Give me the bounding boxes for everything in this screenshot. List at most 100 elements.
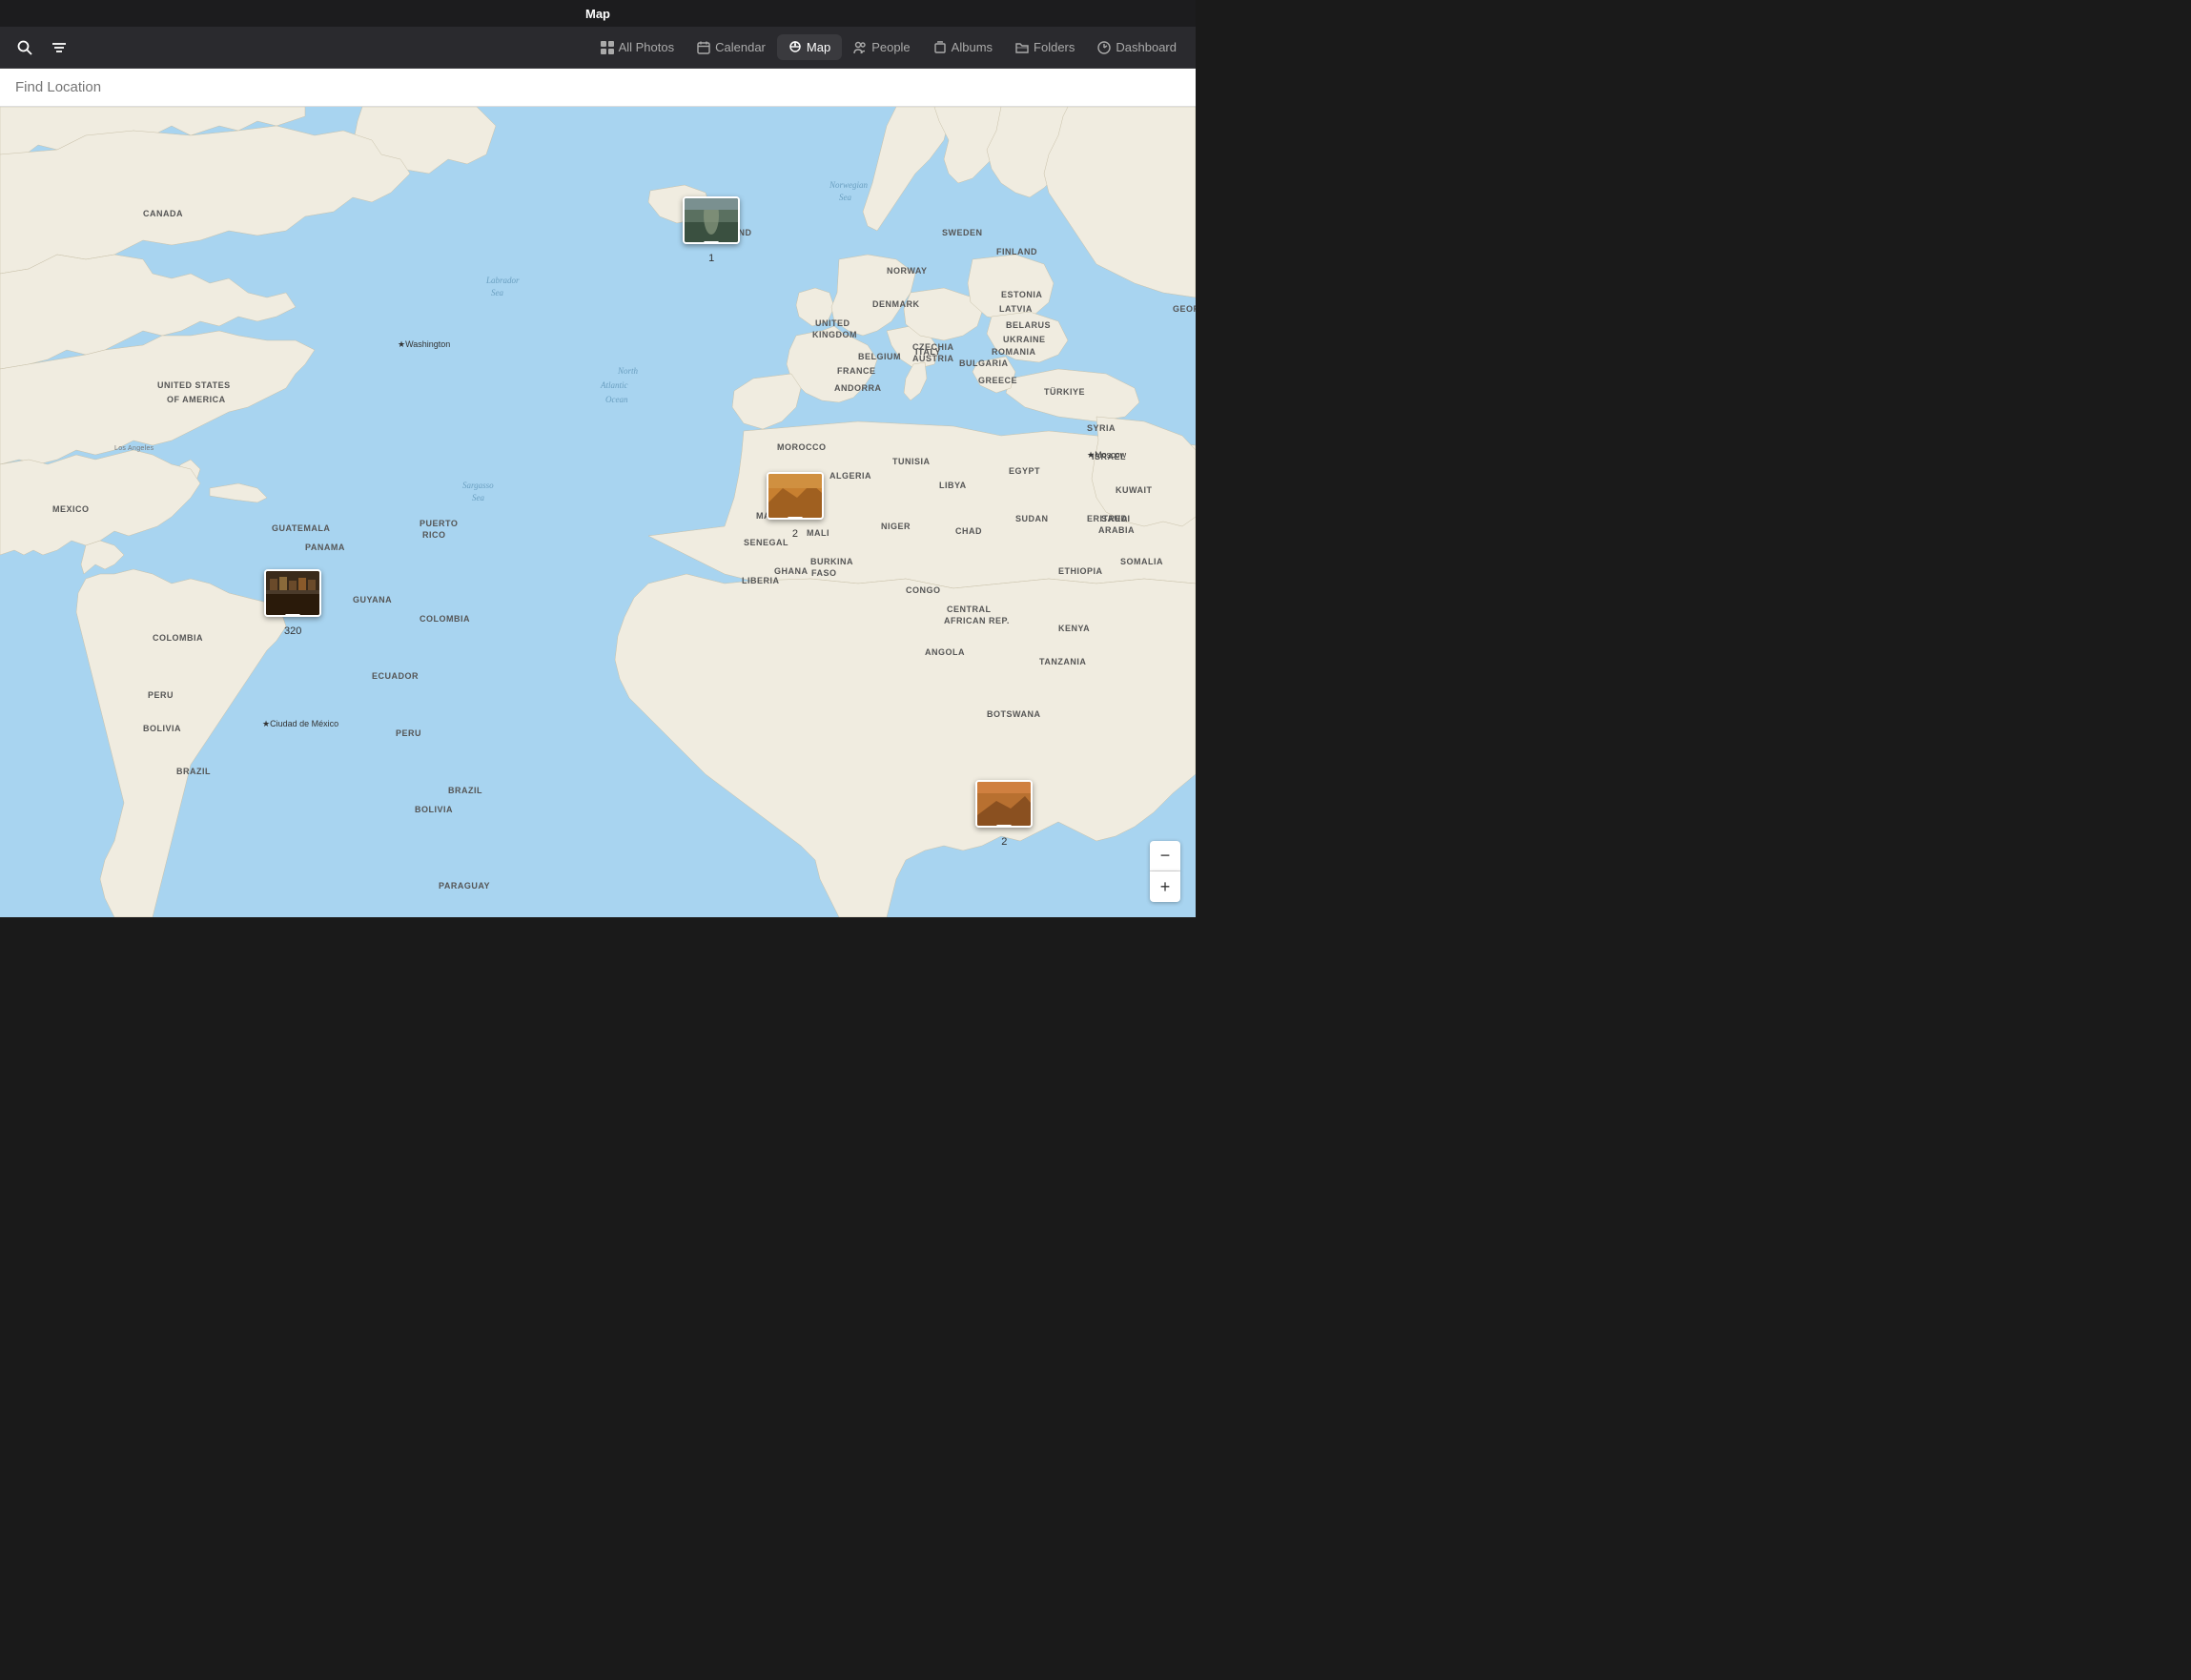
chad-label: CHAD [955, 526, 982, 536]
kenya-label: KENYA [1058, 624, 1090, 633]
bulgaria-label: BULGARIA [959, 359, 1009, 368]
tab-folders[interactable]: Folders [1004, 34, 1086, 60]
belgium-label: BELGIUM [858, 352, 901, 361]
pin-iceland-count: 1 [708, 253, 714, 264]
syria-label: SYRIA [1087, 423, 1116, 433]
denmark-label: DENMARK [872, 299, 920, 309]
search-input[interactable] [15, 79, 1180, 95]
ethiopia-label: ETHIOPIA [1058, 566, 1103, 576]
pin-sahara-photo [767, 472, 824, 520]
pin-africa-photo [975, 780, 1033, 828]
map-controls: − + [1150, 841, 1180, 902]
canada-label: CANADA [143, 209, 183, 218]
peru-label2: PERU [396, 728, 421, 738]
north-atlantic-label2: Atlantic [600, 380, 628, 390]
brazil-label: BRAZIL [176, 767, 211, 776]
france-label: FRANCE [837, 366, 876, 376]
pin-africa-south[interactable]: 2 [975, 780, 1033, 848]
brazil-label2: BRAZIL [448, 786, 482, 795]
pin-iceland-photo [683, 196, 740, 244]
albums-icon [933, 41, 947, 54]
colombia-label2: COLOMBIA [420, 614, 470, 624]
puerto-rico-label2: RICO [422, 530, 446, 540]
tab-folders-label: Folders [1034, 40, 1075, 54]
niger-label: NIGER [881, 522, 911, 531]
egypt-label: EGYPT [1009, 466, 1040, 476]
north-atlantic-label3: Ocean [605, 395, 628, 404]
puerto-rico-label: PUERTO [420, 519, 458, 528]
algeria-label: ALGERIA [829, 471, 871, 481]
tab-dashboard[interactable]: Dashboard [1086, 34, 1188, 60]
ecuador-label: ECUADOR [372, 671, 419, 681]
mexico-label: MEXICO [52, 504, 90, 514]
botswana-label: BOTSWANA [987, 709, 1041, 719]
window-title: Map [585, 7, 610, 21]
search-button[interactable] [11, 36, 38, 59]
bolivia-label: BOLIVIA [143, 724, 181, 733]
zoom-out-button[interactable]: − [1150, 841, 1180, 871]
calendar-icon [697, 41, 710, 54]
italy-label: ITALY [915, 347, 941, 357]
pin-iceland[interactable]: 1 [683, 196, 740, 264]
usa-label: UNITED STATES [157, 380, 231, 390]
filter-button[interactable] [46, 36, 72, 59]
romania-label: ROMANIA [992, 347, 1036, 357]
folders-icon [1015, 41, 1029, 54]
libya-label: LIBYA [939, 481, 967, 490]
panama-label: PANAMA [305, 543, 345, 552]
sudan-label: SUDAN [1015, 514, 1049, 523]
title-bar: Map [0, 0, 1196, 27]
pin-sahara[interactable]: 2 [767, 472, 824, 540]
greece-label: GREECE [978, 376, 1017, 385]
tab-map[interactable]: Map [777, 34, 842, 60]
bolivia-label2: BOLIVIA [415, 805, 453, 814]
tab-all-photos-label: All Photos [619, 40, 675, 54]
ghana-label: GHANA [774, 566, 809, 576]
somalia-label: SOMALIA [1120, 557, 1163, 566]
pin-mexico-count: 320 [284, 625, 301, 637]
map-icon [788, 41, 802, 54]
eritrea-label: ERITREA [1087, 514, 1128, 523]
uk-label: UNITED [815, 318, 850, 328]
caf-label: CENTRAL [947, 604, 992, 614]
uk-label2: KINGDOM [812, 330, 857, 339]
ciudad-mexico-label: ★Ciudad de México [262, 719, 338, 728]
saudi-label2: ARABIA [1098, 525, 1135, 535]
guyana-label: GUYANA [353, 595, 392, 604]
sargasso-label2: Sea [472, 493, 484, 502]
pin-mexico[interactable]: 320 [264, 569, 321, 637]
congo-label: CONGO [906, 585, 941, 595]
search-bar [0, 69, 1196, 107]
ukraine-label: UKRAINE [1003, 335, 1046, 344]
tanzania-label: TANZANIA [1039, 657, 1086, 666]
tab-calendar[interactable]: Calendar [686, 34, 777, 60]
zoom-in-button[interactable]: + [1150, 871, 1180, 902]
belarus-label: BELARUS [1006, 320, 1051, 330]
peru-label: PERU [148, 690, 174, 700]
tab-people[interactable]: People [842, 34, 921, 60]
kuwait-label: KUWAIT [1116, 485, 1153, 495]
tab-all-photos[interactable]: All Photos [589, 34, 686, 60]
tab-map-label: Map [807, 40, 830, 54]
tunisia-label: TUNISIA [892, 457, 931, 466]
grid-icon [601, 41, 614, 54]
tab-albums-label: Albums [952, 40, 993, 54]
moscow-label: ★Moscow [1087, 450, 1127, 460]
labrador-label2: Sea [491, 288, 503, 297]
latvia-label: LATVIA [999, 304, 1033, 314]
tab-people-label: People [871, 40, 910, 54]
senegal-label: SENEGAL [744, 538, 788, 547]
turkey-label: TÜRKIYE [1044, 387, 1085, 397]
tab-albums[interactable]: Albums [922, 34, 1004, 60]
norway-label: NORWAY [887, 266, 928, 276]
los-angeles-label: Los Angeles [114, 445, 154, 452]
toolbar-left [8, 36, 72, 59]
paraguay-label: PARAGUAY [439, 881, 490, 891]
finland-label: FINLAND [996, 247, 1037, 256]
angola-label: ANGOLA [925, 647, 965, 657]
norwegian-sea-label: Norwegian [829, 180, 869, 190]
morocco-label: MOROCCO [777, 442, 827, 452]
usa-label2: OF AMERICA [167, 395, 226, 404]
map-container[interactable]: .land { fill: #f0ece0; stroke: #c8c0a8; … [0, 107, 1196, 917]
labrador-label: Labrador [485, 276, 520, 285]
